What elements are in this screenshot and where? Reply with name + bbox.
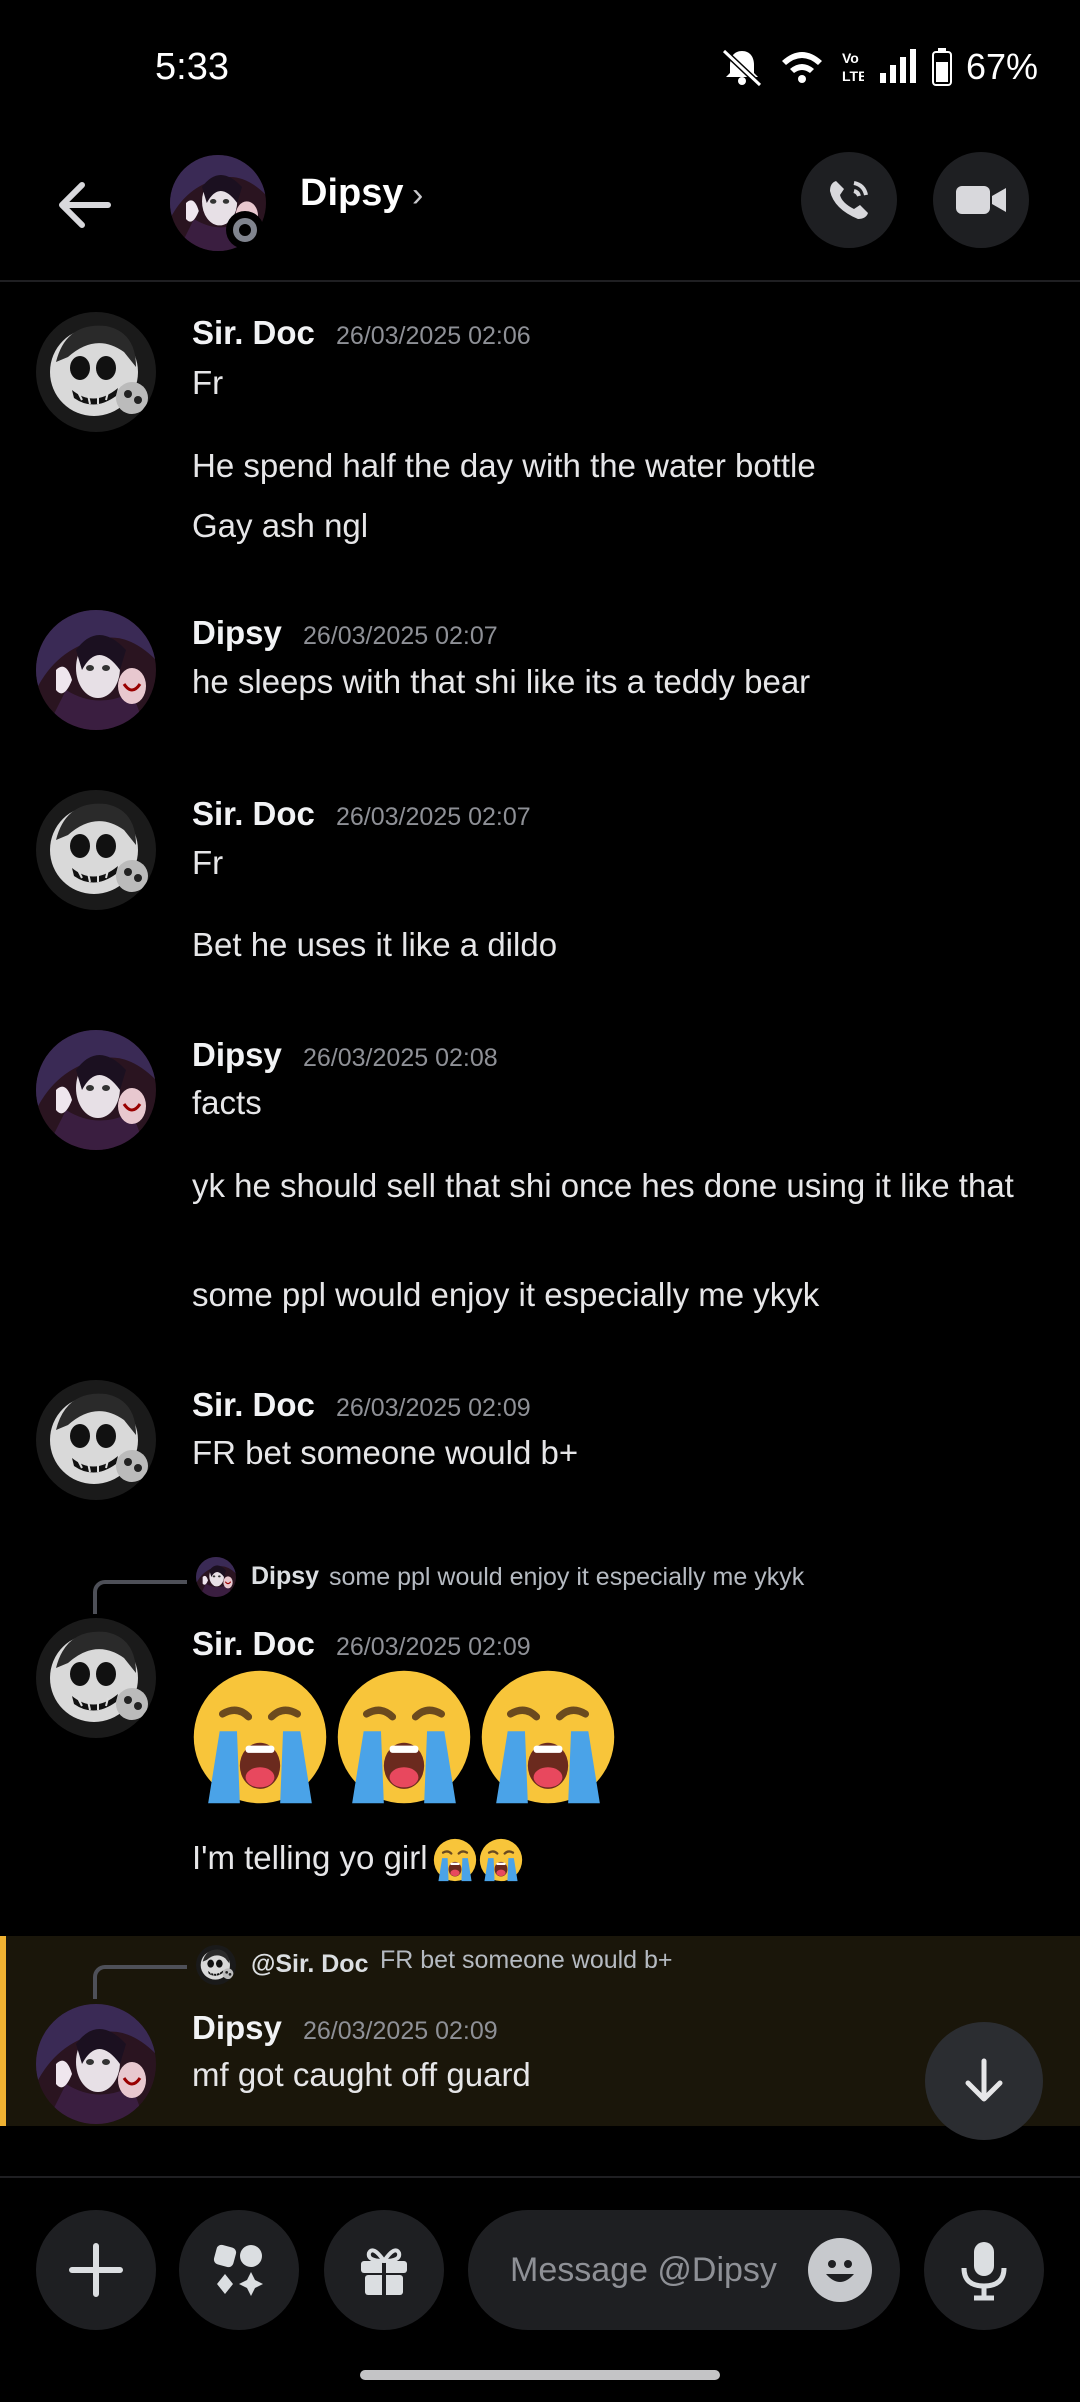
- message-timestamp: 26/03/2025 02:09: [336, 1633, 531, 1661]
- apps-icon: [213, 2244, 263, 2296]
- video-camera-icon: [956, 186, 1006, 214]
- message-author[interactable]: Sir. Doc: [192, 1386, 315, 1424]
- reply-connector: [93, 1580, 187, 1614]
- offline-status-icon: [226, 211, 264, 249]
- avatar-dipsy[interactable]: [36, 1030, 156, 1150]
- status-icons: Vo LTE 67%: [720, 46, 1038, 88]
- emoji-button[interactable]: [808, 2238, 872, 2302]
- message-timestamp: 26/03/2025 02:07: [303, 622, 498, 650]
- jump-to-bottom-button[interactable]: [925, 2022, 1043, 2140]
- avatar-sir-doc[interactable]: [36, 1618, 156, 1738]
- avatar-dipsy[interactable]: [36, 2004, 156, 2124]
- reply-author[interactable]: @Sir. Doc: [251, 1950, 368, 1979]
- gift-icon: [361, 2248, 407, 2295]
- battery-percent: 67%: [965, 46, 1038, 87]
- message-text: he sleeps with that shi like its a teddy…: [192, 663, 811, 700]
- message-text: yk he should sell that shi once hes done…: [192, 1167, 1014, 1204]
- voice-message-button[interactable]: [924, 2210, 1044, 2330]
- loudly-crying-face-icon: [476, 1665, 620, 1809]
- message-author[interactable]: Dipsy: [192, 2009, 282, 2047]
- message-author[interactable]: Sir. Doc: [192, 1625, 315, 1663]
- message-timestamp: 26/03/2025 02:09: [336, 1394, 531, 1422]
- apps-button[interactable]: [179, 2210, 299, 2330]
- svg-text:Vo: Vo: [842, 50, 859, 66]
- signal-icon: [879, 49, 916, 83]
- message-input[interactable]: [508, 2249, 792, 2291]
- message-author[interactable]: Dipsy: [192, 614, 282, 652]
- reply-avatar: [196, 1557, 236, 1597]
- smiley-icon: [826, 2260, 854, 2282]
- message-timestamp: 26/03/2025 02:07: [336, 803, 531, 831]
- message-text: I'm telling yo girl: [192, 1839, 428, 1876]
- arrow-down-icon: [965, 2058, 1003, 2102]
- back-button[interactable]: [50, 170, 120, 240]
- message-text: He spend half the day with the water bot…: [192, 447, 816, 484]
- message-text: mf got caught off guard: [192, 2056, 531, 2093]
- arrow-left-icon: [59, 182, 111, 228]
- gift-button[interactable]: [324, 2210, 444, 2330]
- message-text: FR bet someone would b+: [192, 1434, 579, 1471]
- composer-bar: [0, 2176, 1080, 2402]
- reply-connector: [93, 1965, 187, 1999]
- jumbo-emoji-row: [188, 1665, 620, 1809]
- avatar-dipsy[interactable]: [36, 610, 156, 730]
- message-text: some ppl would enjoy it especially me yk…: [192, 1276, 820, 1313]
- home-indicator[interactable]: [360, 2370, 720, 2380]
- loudly-crying-face-icon: [332, 1665, 476, 1809]
- reply-avatar: [196, 1945, 236, 1985]
- loudly-crying-face-icon: [432, 1837, 478, 1883]
- message-timestamp: 26/03/2025 02:09: [303, 2017, 498, 2045]
- voice-call-button[interactable]: [801, 152, 897, 248]
- avatar-sir-doc[interactable]: [36, 312, 156, 432]
- loudly-crying-face-icon: [188, 1665, 332, 1809]
- message-timestamp: 26/03/2025 02:06: [336, 322, 531, 350]
- message-text: Bet he uses it like a dildo: [192, 926, 558, 963]
- message-author[interactable]: Sir. Doc: [192, 314, 315, 352]
- battery-icon: [931, 48, 952, 86]
- mute-bell-icon: [721, 48, 762, 87]
- attach-button[interactable]: [36, 2210, 156, 2330]
- avatar-sir-doc[interactable]: [36, 790, 156, 910]
- message-author[interactable]: Dipsy: [192, 1036, 282, 1074]
- header-username[interactable]: Dipsy: [300, 172, 403, 215]
- reply-author[interactable]: Dipsy: [251, 1562, 319, 1591]
- phone-icon: [830, 181, 868, 219]
- message-input-container[interactable]: [468, 2210, 900, 2330]
- plus-icon: [69, 2243, 123, 2297]
- chevron-right-icon[interactable]: ›: [412, 176, 423, 215]
- loudly-crying-face-icon: [478, 1837, 524, 1883]
- message-timestamp: 26/03/2025 02:08: [303, 1044, 498, 1072]
- message-text: Gay ash ngl: [192, 507, 369, 544]
- avatar-sir-doc[interactable]: [36, 1380, 156, 1500]
- reply-preview-text[interactable]: FR bet someone would b+: [380, 1946, 673, 1975]
- emoji-inline: [432, 1837, 524, 1883]
- status-time: 5:33: [155, 46, 229, 88]
- wifi-icon: [781, 52, 822, 83]
- microphone-icon: [961, 2242, 1007, 2301]
- message-text: Fr: [192, 844, 224, 881]
- video-call-button[interactable]: [933, 152, 1029, 248]
- svg-text:LTE: LTE: [842, 68, 864, 84]
- message-author[interactable]: Sir. Doc: [192, 795, 315, 833]
- message-text: Fr: [192, 364, 224, 401]
- volte-icon: Vo LTE: [842, 50, 864, 84]
- status-bar: 5:33 Vo LTE 67%: [0, 0, 1080, 140]
- reply-preview-text[interactable]: some ppl would enjoy it especially me yk…: [329, 1563, 804, 1592]
- message-line: I'm telling yo girl: [192, 1833, 1012, 1883]
- dm-header: Dipsy ›: [0, 140, 1080, 282]
- message-text: facts: [192, 1084, 262, 1121]
